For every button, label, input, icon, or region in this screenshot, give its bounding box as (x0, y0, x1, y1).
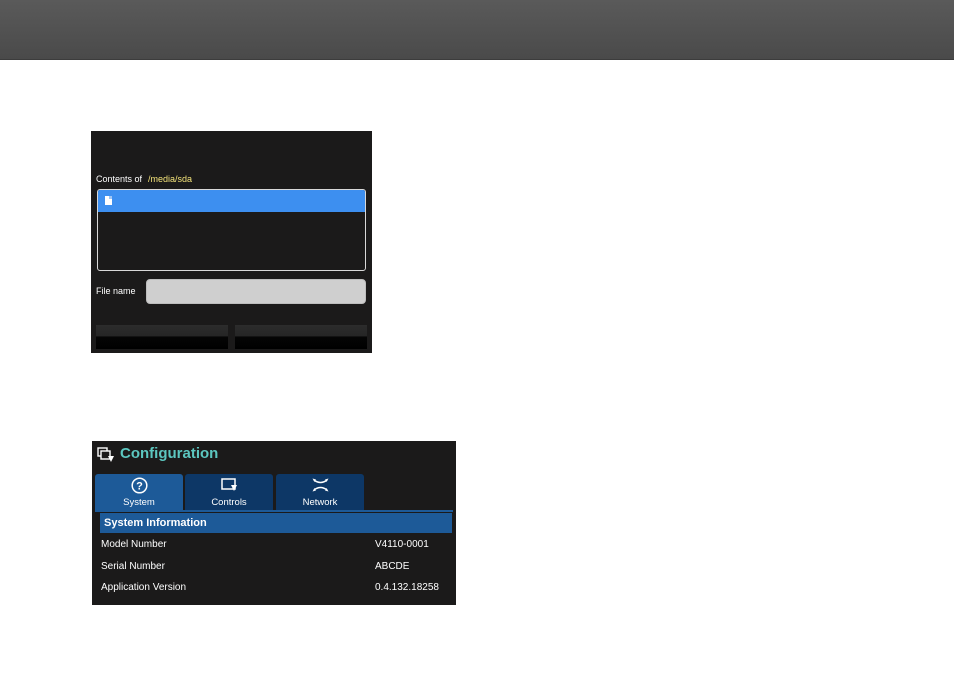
file-list[interactable] (97, 189, 366, 271)
current-path: /media/sda (148, 174, 193, 184)
filename-input[interactable] (146, 279, 366, 304)
section-header-system-information: System Information (100, 513, 452, 533)
configuration-title: Configuration (120, 445, 219, 462)
dialog-right-button[interactable] (235, 325, 367, 349)
info-row-serial-number: Serial Number ABCDE (101, 561, 446, 575)
info-value: 0.4.132.18258 (375, 582, 439, 593)
info-label: Application Version (101, 582, 187, 593)
info-label: Serial Number (101, 561, 165, 572)
contents-label: Contents of (96, 174, 143, 184)
tab-network-label: Network (302, 497, 338, 508)
filename-label: File name (96, 286, 136, 296)
file-list-item[interactable] (98, 190, 365, 212)
tab-system-label: System (123, 497, 155, 508)
configuration-icon (97, 447, 115, 463)
controls-icon (221, 478, 237, 491)
file-dialog: Contents of/media/sda File name (91, 131, 372, 353)
file-icon (105, 196, 112, 205)
info-label: Model Number (101, 539, 167, 550)
tab-system[interactable]: ? System (95, 474, 183, 510)
top-header-bar (0, 0, 954, 60)
configuration-panel: Configuration ? System Controls Network … (92, 441, 456, 605)
info-value: V4110-0001 (375, 539, 429, 550)
tab-underline (95, 510, 453, 512)
dialog-left-button[interactable] (96, 325, 228, 349)
tab-controls[interactable]: Controls (185, 474, 273, 510)
info-row-application-version: Application Version 0.4.132.18258 (101, 582, 446, 596)
question-icon: ? (131, 477, 148, 494)
tab-network[interactable]: Network (276, 474, 364, 510)
network-icon (312, 478, 329, 492)
tab-controls-label: Controls (211, 497, 247, 508)
info-row-model-number: Model Number V4110-0001 (101, 539, 446, 553)
contents-row: Contents of/media/sda (96, 174, 192, 184)
svg-text:?: ? (136, 480, 143, 492)
info-value: ABCDE (375, 561, 410, 572)
